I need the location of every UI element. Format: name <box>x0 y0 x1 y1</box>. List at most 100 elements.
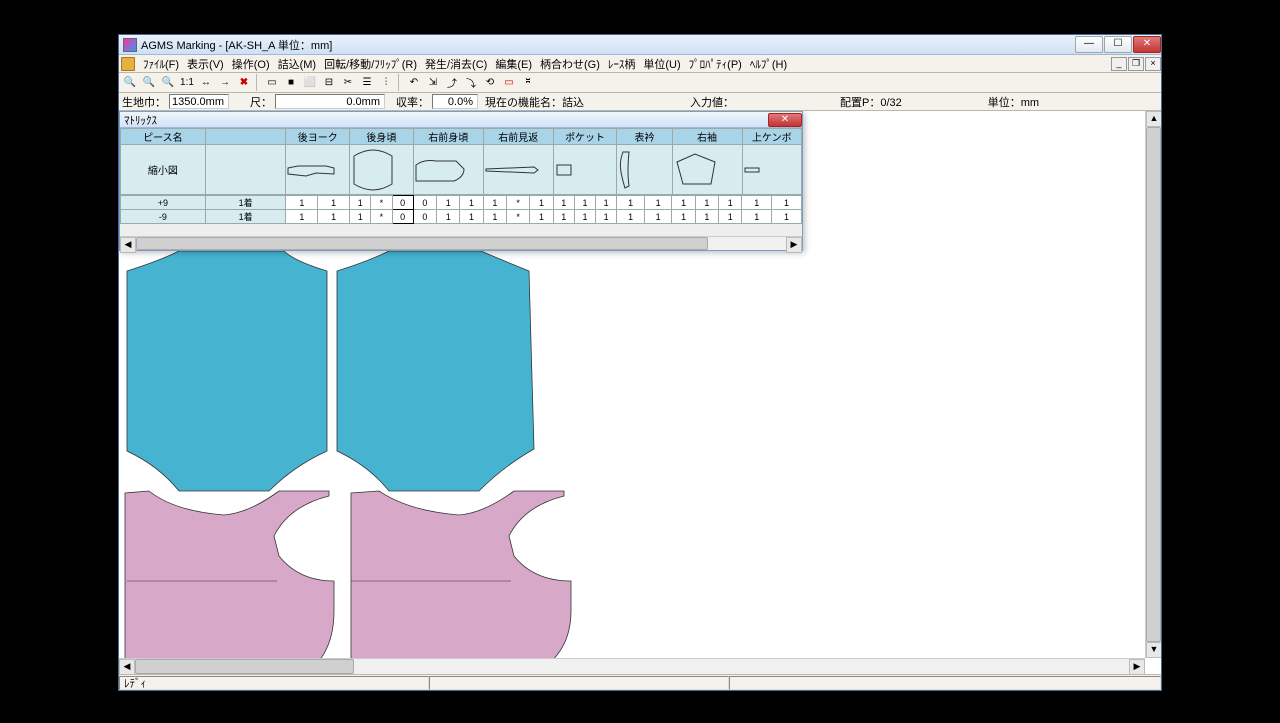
menubar-icon <box>121 57 135 71</box>
col-upper-kenbo: 上ケンボ <box>742 129 801 145</box>
rect-black-icon[interactable]: ■ <box>282 74 300 91</box>
thumb-right-sleeve <box>672 145 742 195</box>
thumb-upper-kenbo <box>742 145 801 195</box>
zoom-fit-icon[interactable]: 🔍 <box>159 74 177 91</box>
close-button[interactable]: ✕ <box>1133 36 1161 53</box>
matrix-table: ピース名 後ヨーク 後身頃 右前身頃 右前見返 ポケット 表衿 右袖 上ケンボ … <box>120 128 802 195</box>
vlines-icon[interactable]: ⫶ <box>377 74 395 91</box>
matrix-panel[interactable]: ﾏﾄﾘｯｸｽ ✕ ピース名 後ヨーク 後身頃 右前身頃 右前見返 ポケット <box>119 111 803 251</box>
length-label: 尺： <box>247 94 275 110</box>
reload-icon[interactable]: ⟲ <box>481 74 499 91</box>
lines-icon[interactable]: ☰ <box>358 74 376 91</box>
layout-a-icon[interactable]: ⬜ <box>301 74 319 91</box>
fabric-width-value: 1350.0mm <box>169 94 229 109</box>
col-pocket: ポケット <box>553 129 617 145</box>
toolbar: 🔍 🔍 🔍 1:1 ↔ → ✖ ▭ ■ ⬜ ⊟ ✂ ☰ ⫶ ↶ ⇲ ⤴ ⤵ ⟲ … <box>119 73 1161 93</box>
matrix-scroll-thumb[interactable] <box>136 237 708 250</box>
vscroll-thumb[interactable] <box>1146 127 1161 642</box>
scroll-up-icon[interactable]: ▲ <box>1146 111 1161 127</box>
rect-white-icon[interactable]: ▭ <box>263 74 281 91</box>
matrix-row-minus9[interactable]: -9 1着 11 1*0 011 1*1 111 11 11111 <box>121 210 802 224</box>
zoom-actual-icon[interactable]: 1:1 <box>178 74 196 91</box>
menu-unit[interactable]: 単位(U) <box>639 55 684 73</box>
thumb-back-body <box>350 145 414 195</box>
minimize-button[interactable]: — <box>1075 36 1103 53</box>
menu-file[interactable]: ﾌｧｲﾙ(F) <box>139 55 183 73</box>
fit-height-icon[interactable]: ⎶ <box>519 74 537 91</box>
mdi-close[interactable]: × <box>1145 57 1161 71</box>
col-blank <box>205 129 286 145</box>
menu-lace[interactable]: ﾚｰｽ柄 <box>604 55 640 73</box>
placement-label: 配置P：0/32 <box>837 94 905 110</box>
menu-operate[interactable]: 操作(O) <box>228 55 274 73</box>
length-value: 0.0mm <box>275 94 385 109</box>
menu-nest[interactable]: 詰込(M) <box>274 55 321 73</box>
window-controls: — ☐ ✕ <box>1074 36 1161 53</box>
status-ready: ﾚﾃﾞｨ <box>119 676 429 690</box>
thumb-right-facing <box>483 145 553 195</box>
col-collar: 表衿 <box>617 129 672 145</box>
status-cell-3 <box>729 676 1161 690</box>
statusbar: ﾚﾃﾞｨ <box>119 674 1161 690</box>
hscroll-thumb[interactable] <box>135 659 354 674</box>
mdi-minimize[interactable]: _ <box>1111 57 1127 71</box>
matrix-close-button[interactable]: ✕ <box>768 113 802 127</box>
matrix-scroll-right-icon[interactable]: ▶ <box>786 237 802 253</box>
menu-help[interactable]: ﾍﾙﾌﾟ(H) <box>746 55 791 73</box>
cut-icon[interactable]: ✂ <box>339 74 357 91</box>
rotate-cw-icon[interactable]: ⤴ <box>443 74 461 91</box>
window-title: AGMS Marking - [AK-SH_A 単位：mm] <box>141 37 1074 53</box>
fabric-width-label: 生地巾： <box>119 94 169 110</box>
matrix-scroll-left-icon[interactable]: ◀ <box>120 237 136 253</box>
matrix-thumb-row: 縮小図 <box>121 145 802 195</box>
col-right-sleeve: 右袖 <box>672 129 742 145</box>
matrix-header-row: ピース名 後ヨーク 後身頃 右前身頃 右前見返 ポケット 表衿 右袖 上ケンボ <box>121 129 802 145</box>
menu-edit[interactable]: 編集(E) <box>491 55 536 73</box>
maximize-button[interactable]: ☐ <box>1104 36 1132 53</box>
step-icon[interactable]: → <box>216 74 234 91</box>
app-icon <box>123 38 137 52</box>
col-back-body: 後身頃 <box>350 129 414 145</box>
thumb-collar <box>617 145 672 195</box>
menu-property[interactable]: ﾌﾟﾛﾊﾟﾃｨ(P) <box>685 55 746 73</box>
scroll-down-icon[interactable]: ▼ <box>1146 642 1161 658</box>
zoom-out-icon[interactable]: 🔍 <box>140 74 158 91</box>
matrix-title-text: ﾏﾄﾘｯｸｽ <box>124 112 157 128</box>
menu-pattern[interactable]: 柄合わせ(G) <box>536 55 604 73</box>
col-piece-name: ピース名 <box>121 129 206 145</box>
menu-gen[interactable]: 発生/消去(C) <box>421 55 491 73</box>
vertical-scrollbar[interactable]: ▲ ▼ <box>1145 111 1161 658</box>
undo-icon[interactable]: ↶ <box>405 74 423 91</box>
toolbar-separator-2 <box>398 74 402 91</box>
pan-icon[interactable]: ↔ <box>197 74 215 91</box>
matrix-hscroll[interactable]: ◀ ▶ <box>120 236 802 250</box>
menu-rotate[interactable]: 回転/移動/ﾌﾘｯﾌﾟ(R) <box>320 55 421 73</box>
zoom-in-icon[interactable]: 🔍 <box>121 74 139 91</box>
thumb-back-yoke <box>286 145 350 195</box>
delete-icon[interactable]: ✖ <box>235 74 253 91</box>
horizontal-scrollbar[interactable]: ◀ ▶ <box>119 658 1145 674</box>
piece-back-body-2[interactable] <box>337 251 534 491</box>
menu-view[interactable]: 表示(V) <box>183 55 228 73</box>
ratio-label: 収率： <box>393 94 432 110</box>
rotate-ccw-icon[interactable]: ⤵ <box>462 74 480 91</box>
scroll-left-icon[interactable]: ◀ <box>119 659 135 674</box>
piece-back-body-1[interactable] <box>127 251 327 491</box>
input-value-label: 入力値： <box>687 94 737 110</box>
toolbar-separator <box>256 74 260 91</box>
layout-b-icon[interactable]: ⊟ <box>320 74 338 91</box>
expand-icon[interactable]: ⇲ <box>424 74 442 91</box>
mdi-controls: _ ❐ × <box>1110 57 1161 71</box>
bounds-icon[interactable]: ▭ <box>500 74 518 91</box>
mdi-restore[interactable]: ❐ <box>1128 57 1144 71</box>
current-function: 現在の機能名：詰込 <box>482 94 587 110</box>
status-cell-2 <box>429 676 729 690</box>
app-window: AGMS Marking - [AK-SH_A 単位：mm] — ☐ ✕ ﾌｧｲ… <box>118 34 1162 691</box>
col-back-yoke: 後ヨーク <box>286 129 350 145</box>
matrix-row-plus9[interactable]: +9 1着 11 1*0 011 1*1 111 11 11111 <box>121 196 802 210</box>
menubar: ﾌｧｲﾙ(F) 表示(V) 操作(O) 詰込(M) 回転/移動/ﾌﾘｯﾌﾟ(R)… <box>119 55 1161 73</box>
scroll-right-icon[interactable]: ▶ <box>1129 659 1145 674</box>
thumb-label: 縮小図 <box>121 145 206 195</box>
col-right-front: 右前身頃 <box>413 129 483 145</box>
matrix-panel-title[interactable]: ﾏﾄﾘｯｸｽ ✕ <box>120 112 802 128</box>
